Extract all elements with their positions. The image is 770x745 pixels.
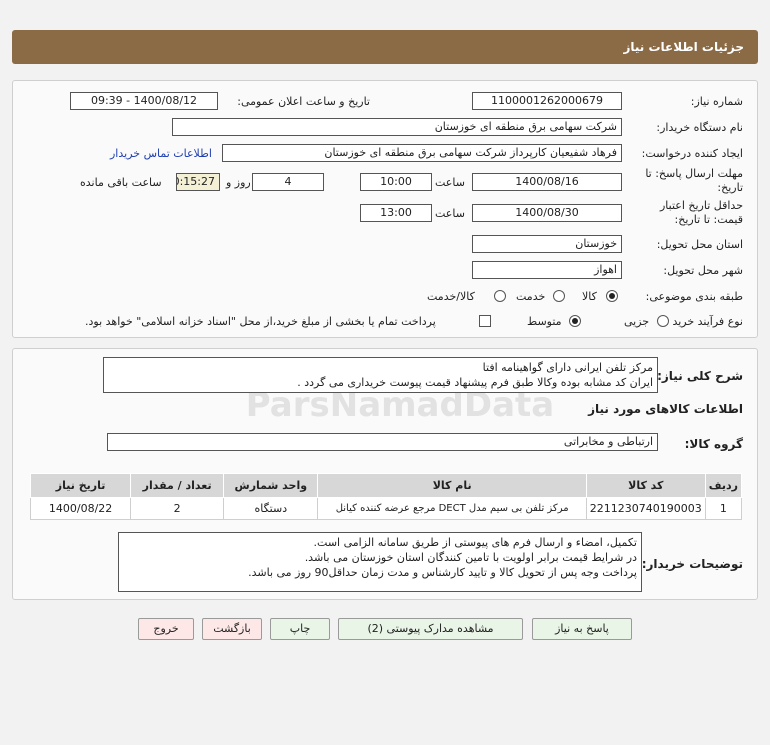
- validity-label: حداقل تاریخ اعتبار قیمت: تا تاریخ:: [659, 199, 743, 226]
- cell-name: مرکز تلفن بی سیم مدل DECT مرجع عرضه کنند…: [317, 497, 587, 520]
- creator-label: ایجاد کننده درخواست:: [641, 147, 743, 160]
- process-partial-radio[interactable]: [657, 315, 669, 327]
- validity-time-label: ساعت: [435, 207, 465, 220]
- city-field: اهواز: [472, 261, 622, 279]
- payment-note: پرداخت تمام یا بخشی از مبلغ خرید،از محل …: [85, 315, 436, 328]
- days-and-label: روز و: [226, 176, 251, 189]
- buyer-notes-box: تکمیل، امضاء و ارسال فرم های پیوستی از ط…: [118, 532, 642, 592]
- process-medium-label: متوسط: [527, 315, 562, 328]
- summary-line-2: ایران کد مشابه بوده وکالا طبق فرم پیشنها…: [297, 376, 653, 389]
- city-label: شهر محل تحویل:: [663, 264, 743, 277]
- buyer-notes-label: توضیحات خریدار:: [641, 557, 743, 571]
- goods-section-title: اطلاعات کالاهای مورد نیاز: [588, 402, 743, 416]
- process-partial-label: جزیی: [624, 315, 650, 328]
- goods-table-header: ردیف کد کالا نام کالا واحد شمارش تعداد /…: [29, 473, 743, 498]
- cell-qty: 2: [130, 497, 225, 520]
- category-goods-service-label: کالا/خدمت: [427, 290, 475, 303]
- summary-line-1: مرکز تلفن ایرانی دارای گواهینامه افتا: [482, 361, 653, 374]
- treasury-payment-checkbox[interactable]: [479, 315, 491, 327]
- col-date: تاریخ نیاز: [29, 473, 132, 498]
- buyer-notes-line-1: تکمیل، امضاء و ارسال فرم های پیوستی از ط…: [313, 536, 637, 549]
- buyer-notes-line-2: در شرایط قیمت برابر اولویت با تامین کنند…: [304, 551, 637, 564]
- goods-group-label: گروه کالا:: [684, 437, 743, 451]
- validity-time-field: 13:00: [360, 204, 432, 222]
- category-goods-radio[interactable]: [606, 290, 618, 302]
- reply-deadline-label: مهلت ارسال پاسخ: تا تاریخ:: [645, 167, 743, 194]
- print-button[interactable]: چاپ: [270, 618, 330, 640]
- need-number-field: 1100001262000679: [472, 92, 622, 110]
- page-title: جزئیات اطلاعات نیاز: [623, 40, 744, 54]
- validity-date-field: 1400/08/30: [472, 204, 622, 222]
- creator-field: فرهاد شفیعیان کارپرداز شرکت سهامی برق من…: [222, 144, 622, 162]
- reply-button[interactable]: پاسخ به نیاز: [532, 618, 632, 640]
- category-label: طبقه بندی موضوعی:: [645, 290, 743, 303]
- announce-field: 1400/08/12 - 09:39: [70, 92, 218, 110]
- remaining-time-field: 00:15:27: [176, 173, 220, 191]
- exit-button[interactable]: خروج: [138, 618, 194, 640]
- cell-code: 2211230740190003: [585, 497, 706, 520]
- summary-box: مرکز تلفن ایرانی دارای گواهینامه افتا ای…: [103, 357, 658, 393]
- need-number-label: شماره نیاز:: [690, 95, 743, 108]
- category-goods-service-radio[interactable]: [494, 290, 506, 302]
- province-field: خوزستان: [472, 235, 622, 253]
- category-goods-label: کالا: [582, 290, 597, 303]
- buyer-org-field: شرکت سهامی برق منطقه ای خوزستان: [172, 118, 622, 136]
- view-attachments-button[interactable]: مشاهده مدارک پیوستی (2): [338, 618, 523, 640]
- reply-date-field: 1400/08/16: [472, 173, 622, 191]
- page-header: جزئیات اطلاعات نیاز: [12, 30, 758, 64]
- col-qty: تعداد / مقدار: [130, 473, 225, 498]
- col-name: نام کالا: [317, 473, 587, 498]
- buyer-contact-link[interactable]: اطلاعات تماس خریدار: [110, 147, 212, 160]
- process-label: نوع فرآیند خرید :: [665, 315, 743, 328]
- goods-group-field: ارتباطی و مخابراتی: [107, 433, 658, 451]
- category-service-label: خدمت: [516, 290, 546, 303]
- col-row: ردیف: [704, 473, 743, 498]
- table-row: 1 2211230740190003 مرکز تلفن بی سیم مدل …: [29, 497, 743, 520]
- remaining-label: ساعت باقی مانده: [80, 176, 162, 189]
- process-medium-radio[interactable]: [569, 315, 581, 327]
- back-button[interactable]: بازگشت: [202, 618, 262, 640]
- summary-label: شرح کلی نیاز:: [657, 369, 743, 383]
- reply-time-label: ساعت: [435, 176, 465, 189]
- col-code: کد کالا: [585, 473, 706, 498]
- buyer-org-label: نام دستگاه خریدار:: [656, 121, 743, 134]
- reply-time-field: 10:00: [360, 173, 432, 191]
- cell-date: 1400/08/22: [29, 497, 132, 520]
- cell-unit: دستگاه: [223, 497, 319, 520]
- goods-table: ردیف کد کالا نام کالا واحد شمارش تعداد /…: [29, 473, 743, 520]
- days-field: 4: [252, 173, 324, 191]
- buyer-notes-line-3: پرداخت وجه پس از تحویل کالا و تایید کارش…: [248, 566, 637, 579]
- announce-label: تاریخ و ساعت اعلان عمومی:: [237, 95, 370, 108]
- category-service-radio[interactable]: [553, 290, 565, 302]
- province-label: استان محل تحویل:: [656, 238, 743, 251]
- cell-row: 1: [704, 497, 743, 520]
- col-unit: واحد شمارش: [223, 473, 319, 498]
